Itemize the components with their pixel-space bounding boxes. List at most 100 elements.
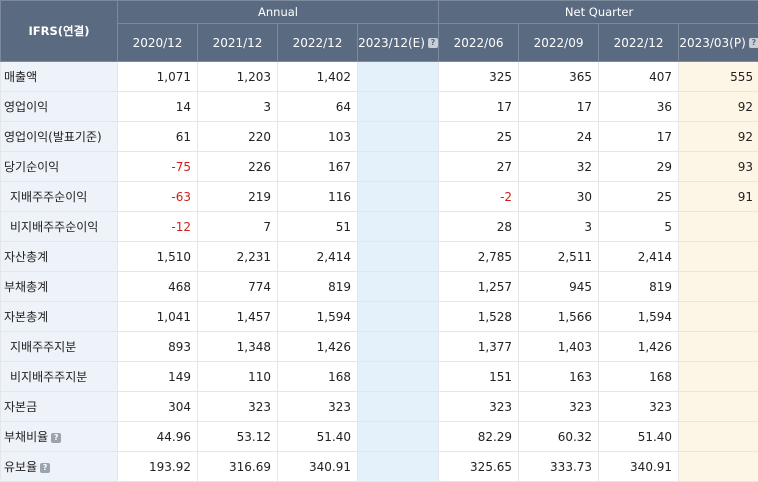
row-label-text: 지배주주지분 bbox=[10, 340, 76, 354]
table-cell bbox=[358, 212, 439, 242]
table-header: IFRS(연결) Annual Net Quarter 2020/122021/… bbox=[1, 1, 758, 62]
table-cell: 163 bbox=[519, 362, 599, 392]
table-cell: 819 bbox=[599, 272, 679, 302]
table-cell: 17 bbox=[519, 92, 599, 122]
table-row: 자본총계1,0411,4571,5941,5281,5661,594 bbox=[1, 302, 758, 332]
period-header: 2020/12 bbox=[118, 24, 198, 62]
financial-summary-table: IFRS(연결) Annual Net Quarter 2020/122021/… bbox=[0, 0, 758, 482]
table-row: 비지배주주지분149110168151163168 bbox=[1, 362, 758, 392]
table-cell: 60.32 bbox=[519, 422, 599, 452]
help-icon[interactable]: ? bbox=[749, 38, 758, 48]
row-label: 매출액 bbox=[1, 62, 118, 92]
table-cell: 323 bbox=[439, 392, 519, 422]
table-cell: 116 bbox=[278, 182, 358, 212]
table-cell bbox=[358, 452, 439, 482]
table-cell: 5 bbox=[599, 212, 679, 242]
table-cell: 2,414 bbox=[599, 242, 679, 272]
table-cell: 36 bbox=[599, 92, 679, 122]
table-cell bbox=[679, 362, 758, 392]
row-label: 부채총계 bbox=[1, 272, 118, 302]
table-cell: 151 bbox=[439, 362, 519, 392]
table-cell: 555 bbox=[679, 62, 758, 92]
table-cell: -2 bbox=[439, 182, 519, 212]
row-label-text: 유보율 bbox=[4, 460, 37, 474]
quarter-group-header: Net Quarter bbox=[439, 1, 758, 24]
table-cell: 167 bbox=[278, 152, 358, 182]
table-cell bbox=[679, 242, 758, 272]
table-row: 비지배주주순이익-127512835 bbox=[1, 212, 758, 242]
table-cell: 1,594 bbox=[278, 302, 358, 332]
table-cell: 945 bbox=[519, 272, 599, 302]
table-cell: 92 bbox=[679, 92, 758, 122]
table-cell: 1,377 bbox=[439, 332, 519, 362]
row-label: 지배주주순이익 bbox=[1, 182, 118, 212]
table-cell: 53.12 bbox=[198, 422, 278, 452]
table-cell bbox=[679, 392, 758, 422]
table-cell: 819 bbox=[278, 272, 358, 302]
table-cell: 3 bbox=[519, 212, 599, 242]
table-cell: -63 bbox=[118, 182, 198, 212]
table-cell bbox=[679, 212, 758, 242]
table-cell: 1,528 bbox=[439, 302, 519, 332]
table-cell: -12 bbox=[118, 212, 198, 242]
table-cell: 17 bbox=[599, 122, 679, 152]
table-cell bbox=[358, 92, 439, 122]
table-cell bbox=[358, 362, 439, 392]
table-cell: 1,403 bbox=[519, 332, 599, 362]
row-label: 영업이익 bbox=[1, 92, 118, 122]
table-cell: 340.91 bbox=[599, 452, 679, 482]
table-cell: 82.29 bbox=[439, 422, 519, 452]
table-cell: 1,426 bbox=[278, 332, 358, 362]
table-cell: 365 bbox=[519, 62, 599, 92]
period-header-label: 2020/12 bbox=[133, 36, 183, 50]
table-cell bbox=[358, 332, 439, 362]
row-label: 자본금 bbox=[1, 392, 118, 422]
table-cell: 1,257 bbox=[439, 272, 519, 302]
table-cell bbox=[679, 422, 758, 452]
table-cell: 333.73 bbox=[519, 452, 599, 482]
table-cell bbox=[679, 302, 758, 332]
table-cell: 17 bbox=[439, 92, 519, 122]
row-label-text: 매출액 bbox=[4, 70, 37, 84]
table-cell: 193.92 bbox=[118, 452, 198, 482]
table-row: 지배주주지분8931,3481,4261,3771,4031,426 bbox=[1, 332, 758, 362]
annual-group-header: Annual bbox=[118, 1, 439, 24]
table-cell: 774 bbox=[198, 272, 278, 302]
table-cell: 103 bbox=[278, 122, 358, 152]
table-cell: 29 bbox=[599, 152, 679, 182]
table-cell: 1,566 bbox=[519, 302, 599, 332]
table-cell: 2,511 bbox=[519, 242, 599, 272]
table-cell: 168 bbox=[599, 362, 679, 392]
help-icon[interactable]: ? bbox=[40, 463, 50, 473]
table-row: 영업이익(발표기준)6122010325241792 bbox=[1, 122, 758, 152]
table-body: 매출액1,0711,2031,402325365407555영업이익143641… bbox=[1, 62, 758, 482]
help-icon[interactable]: ? bbox=[51, 433, 61, 443]
table-cell: 110 bbox=[198, 362, 278, 392]
table-cell: 323 bbox=[519, 392, 599, 422]
period-header-label: 2022/06 bbox=[454, 36, 504, 50]
table-cell: 92 bbox=[679, 122, 758, 152]
table-cell bbox=[358, 62, 439, 92]
table-row: 유보율?193.92316.69340.91325.65333.73340.91 bbox=[1, 452, 758, 482]
table-cell: 3 bbox=[198, 92, 278, 122]
row-label-text: 부채총계 bbox=[4, 280, 48, 294]
table-row: 지배주주순이익-63219116-2302591 bbox=[1, 182, 758, 212]
table-cell: 316.69 bbox=[198, 452, 278, 482]
table-cell: 27 bbox=[439, 152, 519, 182]
row-label-text: 비지배주주지분 bbox=[10, 370, 87, 384]
row-label: 당기순이익 bbox=[1, 152, 118, 182]
row-label-text: 비지배주주순이익 bbox=[10, 220, 98, 234]
table-cell: 25 bbox=[439, 122, 519, 152]
table-row: 자본금304323323323323323 bbox=[1, 392, 758, 422]
table-cell: 7 bbox=[198, 212, 278, 242]
table-cell: 1,041 bbox=[118, 302, 198, 332]
table-row: 자산총계1,5102,2312,4142,7852,5112,414 bbox=[1, 242, 758, 272]
table-cell: 1,071 bbox=[118, 62, 198, 92]
table-cell bbox=[358, 392, 439, 422]
table-cell: 149 bbox=[118, 362, 198, 392]
period-header: 2023/12(E)? bbox=[358, 24, 439, 62]
help-icon[interactable]: ? bbox=[428, 38, 438, 48]
table-cell bbox=[679, 332, 758, 362]
table-cell: 51 bbox=[278, 212, 358, 242]
table-row: 당기순이익-7522616727322993 bbox=[1, 152, 758, 182]
